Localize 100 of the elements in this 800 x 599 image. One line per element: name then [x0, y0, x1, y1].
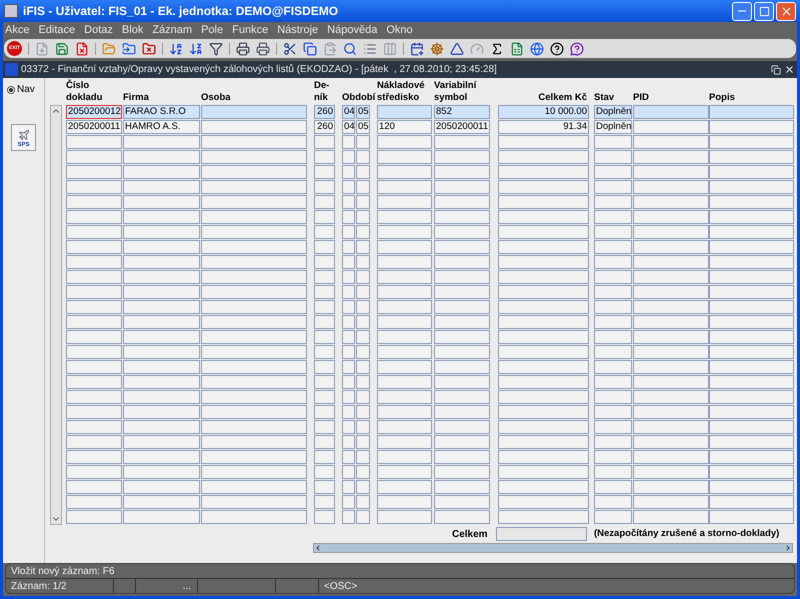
cell[interactable] — [66, 135, 122, 149]
cell[interactable] — [356, 285, 370, 299]
cell[interactable] — [498, 420, 589, 434]
cell[interactable] — [66, 480, 122, 494]
cell[interactable] — [633, 375, 709, 389]
cell[interactable] — [314, 405, 335, 419]
cell[interactable] — [377, 225, 432, 239]
menu-item[interactable]: Záznam — [152, 22, 192, 38]
cell[interactable] — [123, 180, 200, 194]
cell[interactable] — [342, 150, 355, 164]
cell[interactable] — [201, 375, 307, 389]
cell[interactable] — [498, 135, 589, 149]
cell[interactable] — [434, 315, 490, 329]
cell[interactable] — [594, 150, 632, 164]
cell[interactable] — [633, 510, 709, 524]
cell[interactable] — [633, 435, 709, 449]
cell[interactable]: 05 — [356, 105, 370, 119]
cell[interactable] — [123, 210, 200, 224]
cell[interactable] — [314, 150, 335, 164]
cell[interactable] — [66, 300, 122, 314]
cell[interactable] — [498, 450, 589, 464]
cell[interactable] — [356, 225, 370, 239]
cell[interactable] — [633, 345, 709, 359]
cell[interactable] — [594, 375, 632, 389]
cell[interactable] — [377, 330, 432, 344]
cell[interactable] — [356, 180, 370, 194]
cell[interactable] — [709, 450, 794, 464]
cell[interactable] — [377, 150, 432, 164]
cell[interactable] — [123, 240, 200, 254]
cell[interactable] — [434, 255, 490, 269]
cell[interactable] — [342, 390, 355, 404]
cell[interactable] — [342, 435, 355, 449]
cell[interactable] — [66, 165, 122, 179]
cell[interactable] — [123, 255, 200, 269]
cell[interactable] — [356, 360, 370, 374]
cell[interactable] — [594, 195, 632, 209]
cell[interactable] — [709, 420, 794, 434]
cell[interactable]: 852 — [434, 105, 490, 119]
cell[interactable] — [66, 315, 122, 329]
cell[interactable] — [201, 135, 307, 149]
cell[interactable] — [342, 300, 355, 314]
cell[interactable]: 91.34 — [498, 120, 589, 134]
cell[interactable] — [594, 390, 632, 404]
cell[interactable] — [434, 270, 490, 284]
cell[interactable] — [201, 285, 307, 299]
cell[interactable] — [498, 330, 589, 344]
cell[interactable] — [314, 285, 335, 299]
cell[interactable] — [709, 150, 794, 164]
cell[interactable] — [201, 435, 307, 449]
cell[interactable] — [709, 105, 794, 119]
cell[interactable] — [201, 240, 307, 254]
cell[interactable] — [342, 375, 355, 389]
columns-icon[interactable] — [383, 42, 397, 56]
cell[interactable] — [342, 420, 355, 434]
cell[interactable] — [498, 465, 589, 479]
filter-icon[interactable] — [209, 42, 223, 56]
cell[interactable] — [201, 480, 307, 494]
cell[interactable] — [377, 240, 432, 254]
cell[interactable] — [498, 165, 589, 179]
cell[interactable] — [594, 360, 632, 374]
cell[interactable] — [342, 510, 355, 524]
cell[interactable] — [498, 435, 589, 449]
cell[interactable] — [342, 405, 355, 419]
cell[interactable]: 2050200011 — [434, 120, 490, 134]
cell[interactable] — [594, 300, 632, 314]
cell[interactable] — [201, 150, 307, 164]
cell[interactable] — [66, 195, 122, 209]
cell[interactable] — [709, 135, 794, 149]
cell[interactable] — [377, 180, 432, 194]
cell[interactable] — [201, 225, 307, 239]
delete-record-icon[interactable] — [75, 42, 89, 56]
cell[interactable] — [66, 150, 122, 164]
menu-item[interactable]: Akce — [5, 22, 30, 38]
cell[interactable] — [201, 510, 307, 524]
cell[interactable] — [201, 195, 307, 209]
copy-icon[interactable] — [303, 42, 317, 56]
cell[interactable] — [498, 240, 589, 254]
cell[interactable] — [709, 360, 794, 374]
cell[interactable] — [356, 165, 370, 179]
cell[interactable] — [434, 180, 490, 194]
cell[interactable] — [498, 150, 589, 164]
cell[interactable] — [434, 210, 490, 224]
cell[interactable] — [342, 480, 355, 494]
table-row[interactable]: 2050200012 FARAO S.R.O 260 04 05 852 10 000.00 Doplněn — [66, 105, 794, 120]
cell[interactable] — [633, 420, 709, 434]
cut-icon[interactable] — [283, 42, 297, 56]
restore-icon[interactable] — [771, 64, 781, 74]
cell[interactable] — [377, 435, 432, 449]
cell[interactable] — [314, 435, 335, 449]
radio-button[interactable] — [7, 86, 15, 94]
cell[interactable] — [201, 255, 307, 269]
cell[interactable] — [123, 345, 200, 359]
cell[interactable] — [434, 405, 490, 419]
paste-icon[interactable] — [323, 42, 337, 56]
cell[interactable] — [498, 300, 589, 314]
cell[interactable] — [123, 465, 200, 479]
cell[interactable] — [377, 285, 432, 299]
cell[interactable] — [123, 375, 200, 389]
cell[interactable] — [633, 390, 709, 404]
cell[interactable] — [201, 180, 307, 194]
